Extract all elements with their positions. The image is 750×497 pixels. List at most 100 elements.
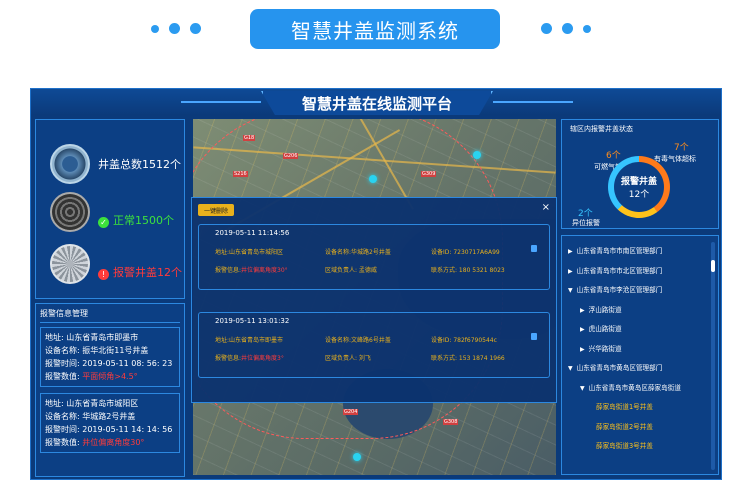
alarm-value-label: 报警数值:: [45, 438, 80, 447]
alarm-popup: 一键删除 × 2019-05-11 11:14:56 地址:山东省青岛市城阳区 …: [191, 197, 557, 403]
ring-title: 报警井盖: [620, 177, 657, 187]
alert-time: 2019-05-11 11:14:56: [215, 229, 290, 237]
tree-item[interactable]: ▶ 浮山路街道: [566, 301, 714, 321]
top-banner: 智慧井盖监测系统: [0, 0, 750, 62]
dot: [190, 23, 201, 34]
alarm-card[interactable]: 地址: 山东省青岛市即墨市 设备名称: 振华北街11号井盖 报警时间: 2019…: [40, 327, 180, 387]
tree-scrollbar[interactable]: [711, 242, 715, 470]
alarm-time: 报警时间: 2019-05-11 08: 56: 23: [45, 359, 173, 368]
tree-item[interactable]: ▼ 山东省青岛市黄岛区管理部门: [566, 359, 714, 379]
popup-alert-card[interactable]: 2019-05-11 13:01:32 地址:山东省青岛市即墨市 设备名称:文峰…: [198, 312, 550, 378]
tree-item-label: 薛家岛街道2号井盖: [596, 422, 653, 431]
tree-item-label: 山东省青岛市市北区管理部门: [576, 266, 663, 275]
banner-title: 智慧井盖监测系统: [250, 9, 500, 49]
alert-address: 地址:山东省青岛市城阳区: [215, 249, 284, 256]
alert-info-value: 井位偏离角度30°: [241, 267, 288, 274]
alert-address: 地址:山东省青岛市即墨市: [215, 337, 284, 344]
trash-icon[interactable]: [531, 333, 537, 340]
dot: [151, 25, 159, 33]
alert-device-id: 设备ID: 782f6790544c: [431, 337, 497, 344]
normal-label: 正常1500个: [113, 214, 174, 227]
dot: [169, 23, 180, 34]
decor-dots-right: [541, 23, 591, 34]
manhole-marker[interactable]: [369, 175, 377, 183]
tree-item[interactable]: ▶ 兴华路街道: [566, 340, 714, 360]
alarm-value: 井位偏离角度30°: [82, 438, 145, 447]
tree-list: ▶ 山东省青岛市市南区管理部门 ▶ 山东省青岛市市北区管理部门 ▼ 山东省青岛市李沧区管理…: [566, 242, 714, 457]
position-label: 异位报警: [572, 219, 600, 227]
alarm-count: ! 报警井盖12个: [98, 264, 182, 280]
gas-count: 7个: [674, 143, 689, 153]
map-label: G18: [243, 135, 256, 141]
tree-item[interactable]: 薛家岛街道2号井盖: [566, 418, 714, 438]
alert-device: 设备名称:文峰路6号井盖: [325, 337, 391, 344]
alert-time: 2019-05-11 13:01:32: [215, 317, 290, 325]
gas-label: 有毒气体超标: [654, 155, 696, 163]
alarm-value-row: 报警数值: 平面倾角>4.5°: [45, 370, 175, 383]
caret-right-icon: ▶: [580, 326, 585, 333]
caret-down-icon: ▼: [568, 365, 573, 372]
tree-item[interactable]: 薛家岛街道1号井盖: [566, 398, 714, 418]
manhole-summary-panel: 井盖总数1512个 ✓ 正常1500个 ! 报警井盖12个: [35, 119, 185, 299]
alert-owner: 区域负责人: 孟德威: [325, 267, 377, 274]
tree-item[interactable]: ▶ 山东省青岛市市北区管理部门: [566, 262, 714, 282]
alert-info: 报警信息:井位偏离角度30°: [215, 265, 325, 274]
check-icon: ✓: [98, 217, 109, 228]
department-tree: ▶ 山东省青岛市市南区管理部门 ▶ 山东省青岛市市北区管理部门 ▼ 山东省青岛市李沧区管理…: [561, 235, 719, 475]
map-label: G204: [343, 409, 359, 415]
alarm-info-title: 报警信息管理: [40, 308, 180, 323]
alarm-status-panel: 辖区内报警井盖状态 6个 可燃气超标 7个 有毒气体超标 报警井盖 12个 2个…: [561, 119, 719, 229]
close-icon[interactable]: ×: [542, 202, 550, 213]
caret-right-icon: ▶: [568, 267, 573, 275]
tree-item-label: 薛家岛街道1号井盖: [596, 403, 653, 411]
alert-contact: 联系方式: 153 1874 1966: [431, 355, 505, 362]
alarm-info-panel: 报警信息管理 地址: 山东省青岛市即墨市 设备名称: 振华北街11号井盖 报警时…: [35, 303, 185, 477]
alert-info-label: 报警信息:: [215, 355, 242, 362]
alert-device-id: 设备ID: 7230717A6A99: [431, 249, 500, 256]
alarm-time: 报警时间: 2019-05-11 14: 14: 56: [45, 425, 173, 434]
tree-item-label: 浮山路街道: [588, 305, 622, 314]
map-label: G309: [421, 171, 437, 177]
alarm-address: 地址: 山东省青岛市即墨市: [45, 333, 139, 342]
dot: [562, 23, 573, 34]
tree-item[interactable]: ▼ 山东省青岛市黄岛区薛家岛街道: [566, 379, 714, 399]
manhole-alarm-icon: [50, 244, 90, 284]
ring-count: 12个: [628, 190, 650, 200]
alert-owner: 区域负责人: 刘飞: [325, 355, 371, 362]
alarm-label: 报警井盖12个: [113, 266, 182, 279]
delete-all-button[interactable]: 一键删除: [198, 204, 235, 216]
tree-item[interactable]: 薛家岛街道3号井盖: [566, 437, 714, 457]
manhole-total-icon: [50, 144, 90, 184]
alarm-device: 设备名称: 振华北街11号井盖: [45, 346, 149, 355]
tree-item[interactable]: ▼ 山东省青岛市李沧区管理部门: [566, 281, 714, 301]
manhole-marker[interactable]: [353, 453, 361, 461]
caret-down-icon: ▼: [568, 287, 573, 294]
trash-icon[interactable]: [531, 245, 537, 252]
alarm-address: 地址: 山东省青岛市城阳区: [45, 399, 139, 408]
tree-item-label: 山东省青岛市黄岛区管理部门: [576, 364, 663, 372]
alarm-bell-icon: !: [98, 269, 109, 280]
caret-right-icon: ▶: [580, 345, 585, 353]
tree-item[interactable]: ▶ 山东省青岛市市南区管理部门: [566, 242, 714, 262]
tree-item-label: 兴华路街道: [588, 344, 622, 353]
alert-info-value: 井位偏离角度3°: [241, 355, 284, 362]
tree-item[interactable]: ▶ 虎山路街道: [566, 320, 714, 340]
tree-item-label: 虎山路街道: [588, 325, 622, 333]
popup-alert-card[interactable]: 2019-05-11 11:14:56 地址:山东省青岛市城阳区 设备名称:华城…: [198, 224, 550, 290]
tree-item-label: 山东省青岛市市南区管理部门: [576, 247, 663, 255]
dot: [541, 23, 552, 34]
caret-right-icon: ▶: [568, 248, 573, 255]
alarm-value-row: 报警数值: 井位偏离角度30°: [45, 436, 175, 449]
caret-down-icon: ▼: [580, 384, 585, 392]
alarm-value: 平面倾角>4.5°: [82, 372, 138, 381]
decor-dots-left: [151, 23, 201, 34]
alarm-device: 设备名称: 华城路2号井盖: [45, 412, 136, 421]
fuel-count: 6个: [606, 151, 621, 161]
manhole-marker[interactable]: [473, 151, 481, 159]
alarm-card[interactable]: 地址: 山东省青岛市城阳区 设备名称: 华城路2号井盖 报警时间: 2019-0…: [40, 393, 180, 453]
total-count: 井盖总数1512个: [98, 158, 181, 171]
scroll-thumb[interactable]: [711, 260, 715, 272]
manhole-normal-icon: [50, 192, 90, 232]
normal-count: ✓ 正常1500个: [98, 212, 174, 228]
header-line-left: [181, 101, 261, 103]
